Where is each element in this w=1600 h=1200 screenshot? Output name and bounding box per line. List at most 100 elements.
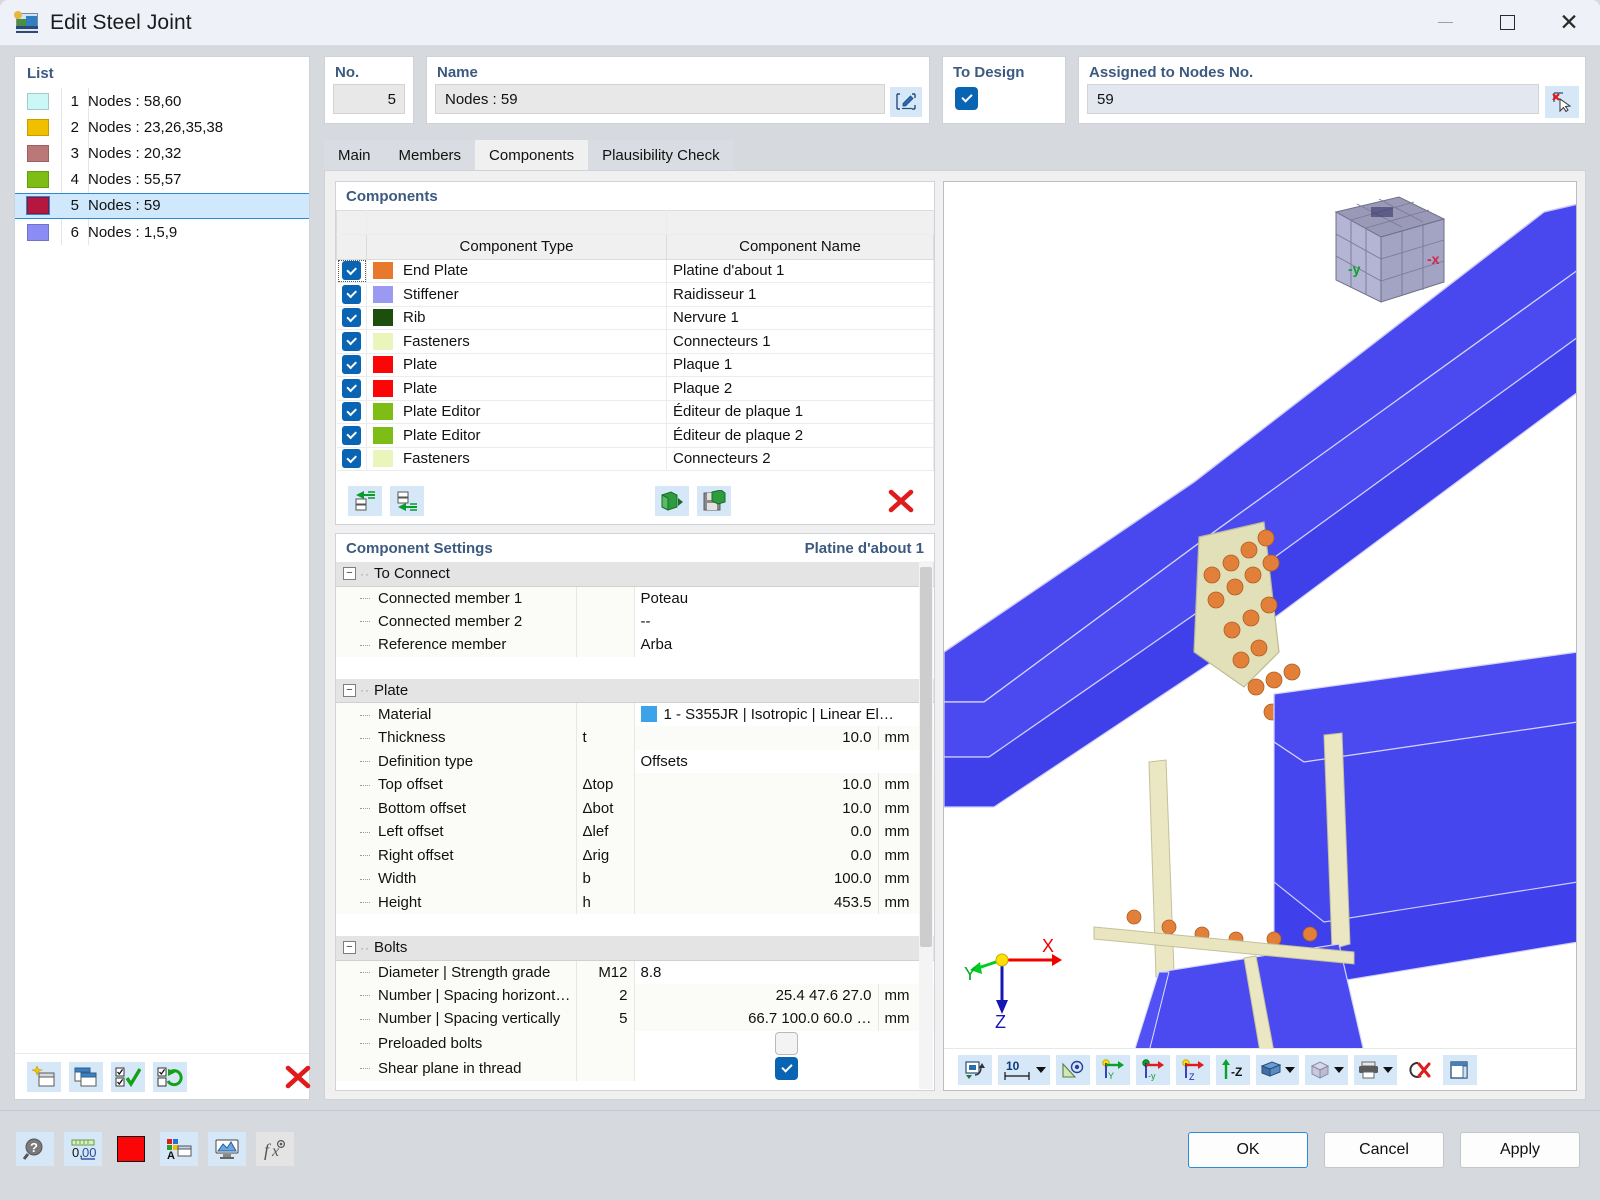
table-row[interactable]: Plate Plaque 1 (336, 353, 934, 377)
chevron-down-icon[interactable] (1334, 1066, 1344, 1073)
invert-selection-button[interactable] (153, 1061, 187, 1092)
view-in-negative-z-button[interactable]: -Z (1216, 1054, 1250, 1085)
row-checkbox[interactable] (336, 282, 367, 307)
collapse-icon[interactable]: − (343, 683, 356, 697)
delete-joint-button[interactable] (281, 1062, 315, 1092)
setting-connected-member-2[interactable]: Connected member 2 -- (336, 609, 934, 634)
setting-height[interactable]: Height h 453.5 mm (336, 890, 934, 914)
setting-value[interactable]: 0.0 (633, 843, 878, 867)
joint-no-input[interactable]: 5 (333, 84, 405, 114)
to-design-checkbox[interactable] (955, 87, 978, 110)
setting-number-spacing-horizontal[interactable]: Number | Spacing horizont… 2 25.4 47.6 2… (336, 983, 934, 1007)
settings-group-to-connect[interactable]: − ·· To Connect (336, 562, 934, 587)
table-row[interactable]: Rib Nervure 1 (336, 306, 934, 330)
table-row[interactable]: Fasteners Connecteurs 2 (336, 447, 934, 471)
delete-component-button[interactable] (884, 486, 918, 516)
settings-group-bolts[interactable]: − ·· Bolts (336, 936, 934, 961)
apply-button[interactable]: Apply (1460, 1132, 1580, 1168)
help-button[interactable]: ? (16, 1132, 54, 1166)
name-edit-button[interactable] (890, 87, 922, 117)
setting-value[interactable]: 25.4 47.6 27.0 (633, 983, 878, 1007)
view-in-z-button[interactable]: Z (1176, 1054, 1210, 1085)
check-all-button[interactable] (111, 1061, 145, 1092)
assigned-nodes-input[interactable]: 59 (1087, 84, 1539, 114)
copy-joint-button[interactable] (69, 1061, 103, 1092)
setting-value[interactable]: 10.0 (633, 796, 878, 820)
setting-shear-plane-in-thread[interactable]: Shear plane in thread (336, 1055, 934, 1081)
zoom-factor-dropdown[interactable]: 10 (998, 1054, 1050, 1085)
collapse-icon[interactable]: − (343, 567, 356, 581)
import-component-button[interactable] (655, 486, 689, 516)
tab-members[interactable]: Members (384, 140, 476, 170)
visibility-button[interactable] (1056, 1054, 1090, 1085)
list-item-2[interactable]: 2 Nodes : 23,26,35,38 (15, 114, 309, 140)
settings-scrollbar[interactable] (919, 561, 933, 1089)
row-checkbox[interactable] (336, 400, 367, 424)
display-style-dropdown[interactable] (1256, 1054, 1299, 1085)
preloaded-bolts-checkbox[interactable] (775, 1031, 799, 1055)
table-row[interactable]: Fasteners Connecteurs 1 (336, 329, 934, 354)
view-in-y-button[interactable]: Y (1096, 1054, 1130, 1085)
row-checkbox[interactable] (336, 306, 367, 330)
list-item-5[interactable]: 5 Nodes : 59 (15, 192, 309, 219)
setting-value[interactable]: 0.0 (633, 820, 878, 844)
insert-component-above-button[interactable] (348, 486, 382, 516)
tab-main[interactable]: Main (324, 140, 385, 170)
decimal-places-button[interactable]: 0, 00 (64, 1132, 102, 1166)
joint-3d-viewport[interactable]: -y -x X Y Z 10 Y -y Z -Z (943, 181, 1577, 1091)
graphic-settings-button[interactable] (208, 1132, 246, 1166)
setting-value[interactable]: Arba (634, 633, 934, 657)
settings-grid[interactable]: − ·· To Connect Connected member 1 Poteau … (336, 562, 934, 1081)
setting-diameter-strength-grade[interactable]: Diameter | Strength grade M12 8.8 (336, 960, 934, 984)
setting-value[interactable]: -- (634, 610, 934, 634)
setting-value[interactable]: Offsets (634, 750, 934, 774)
setting-value[interactable]: 8.8 (633, 960, 934, 984)
save-component-button[interactable] (697, 486, 731, 516)
shear-plane-checkbox[interactable] (775, 1056, 799, 1080)
clear-selection-button[interactable] (1403, 1054, 1437, 1085)
table-row[interactable]: Plate Editor Éditeur de plaque 2 (336, 423, 934, 448)
table-row[interactable]: Plate Plaque 2 (336, 376, 934, 401)
components-table[interactable]: Component Type Component Name End Plate … (336, 210, 934, 471)
render-mode-button[interactable] (958, 1054, 992, 1085)
insert-component-below-button[interactable] (390, 486, 424, 516)
setting-right-offset[interactable]: Right offset Δrig 0.0 mm (336, 843, 934, 867)
chevron-down-icon[interactable] (1035, 1066, 1046, 1073)
table-row[interactable]: End Plate Platine d'about 1 (336, 259, 934, 283)
chevron-down-icon[interactable] (1285, 1066, 1295, 1073)
setting-value[interactable]: Poteau (634, 586, 934, 610)
setting-top-offset[interactable]: Top offset Δtop 10.0 mm (336, 773, 934, 797)
ok-button[interactable]: OK (1188, 1132, 1308, 1168)
list-item-4[interactable]: 4 Nodes : 55,57 (15, 167, 309, 193)
setting-bottom-offset[interactable]: Bottom offset Δbot 10.0 mm (336, 796, 934, 820)
pick-nodes-button[interactable] (1545, 86, 1579, 118)
cancel-button[interactable]: Cancel (1324, 1132, 1444, 1168)
row-checkbox[interactable] (336, 423, 367, 448)
setting-value[interactable]: 100.0 (633, 867, 878, 891)
row-checkbox[interactable] (336, 353, 367, 377)
setting-width[interactable]: Width b 100.0 mm (336, 867, 934, 891)
settings-group-plate[interactable]: − ·· Plate (336, 678, 934, 703)
setting-material[interactable]: Material 1 - S355JR | Isotropic | Linear… (336, 702, 934, 726)
setting-connected-member-1[interactable]: Connected member 1 Poteau (336, 586, 934, 610)
setting-definition-type[interactable]: Definition type Offsets (336, 749, 934, 774)
maximize-button[interactable] (1476, 0, 1538, 46)
setting-value[interactable]: 10.0 (633, 773, 878, 797)
table-row[interactable]: Plate Editor Éditeur de plaque 1 (336, 400, 934, 424)
setting-value[interactable]: 66.7 100.0 60.0 … (633, 1007, 878, 1031)
setting-value[interactable]: 453.5 (633, 890, 878, 914)
new-joint-button[interactable] (27, 1061, 61, 1092)
list-item-6[interactable]: 6 Nodes : 1,5,9 (15, 219, 309, 245)
setting-reference-member[interactable]: Reference member Arba (336, 633, 934, 657)
tab-plausibility-check[interactable]: Plausibility Check (588, 140, 734, 170)
row-checkbox[interactable] (336, 376, 367, 401)
row-checkbox[interactable] (336, 259, 367, 283)
close-button[interactable]: ✕ (1538, 0, 1600, 46)
collapse-icon[interactable]: − (343, 941, 356, 955)
setting-number-spacing-vertical[interactable]: Number | Spacing vertically 5 66.7 100.0… (336, 1007, 934, 1031)
setting-value[interactable]: 10.0 (633, 726, 878, 750)
color-button[interactable] (112, 1132, 150, 1166)
settings-scroll-thumb[interactable] (920, 567, 932, 947)
display-properties-button[interactable]: A (160, 1132, 198, 1166)
row-checkbox[interactable] (336, 329, 367, 354)
